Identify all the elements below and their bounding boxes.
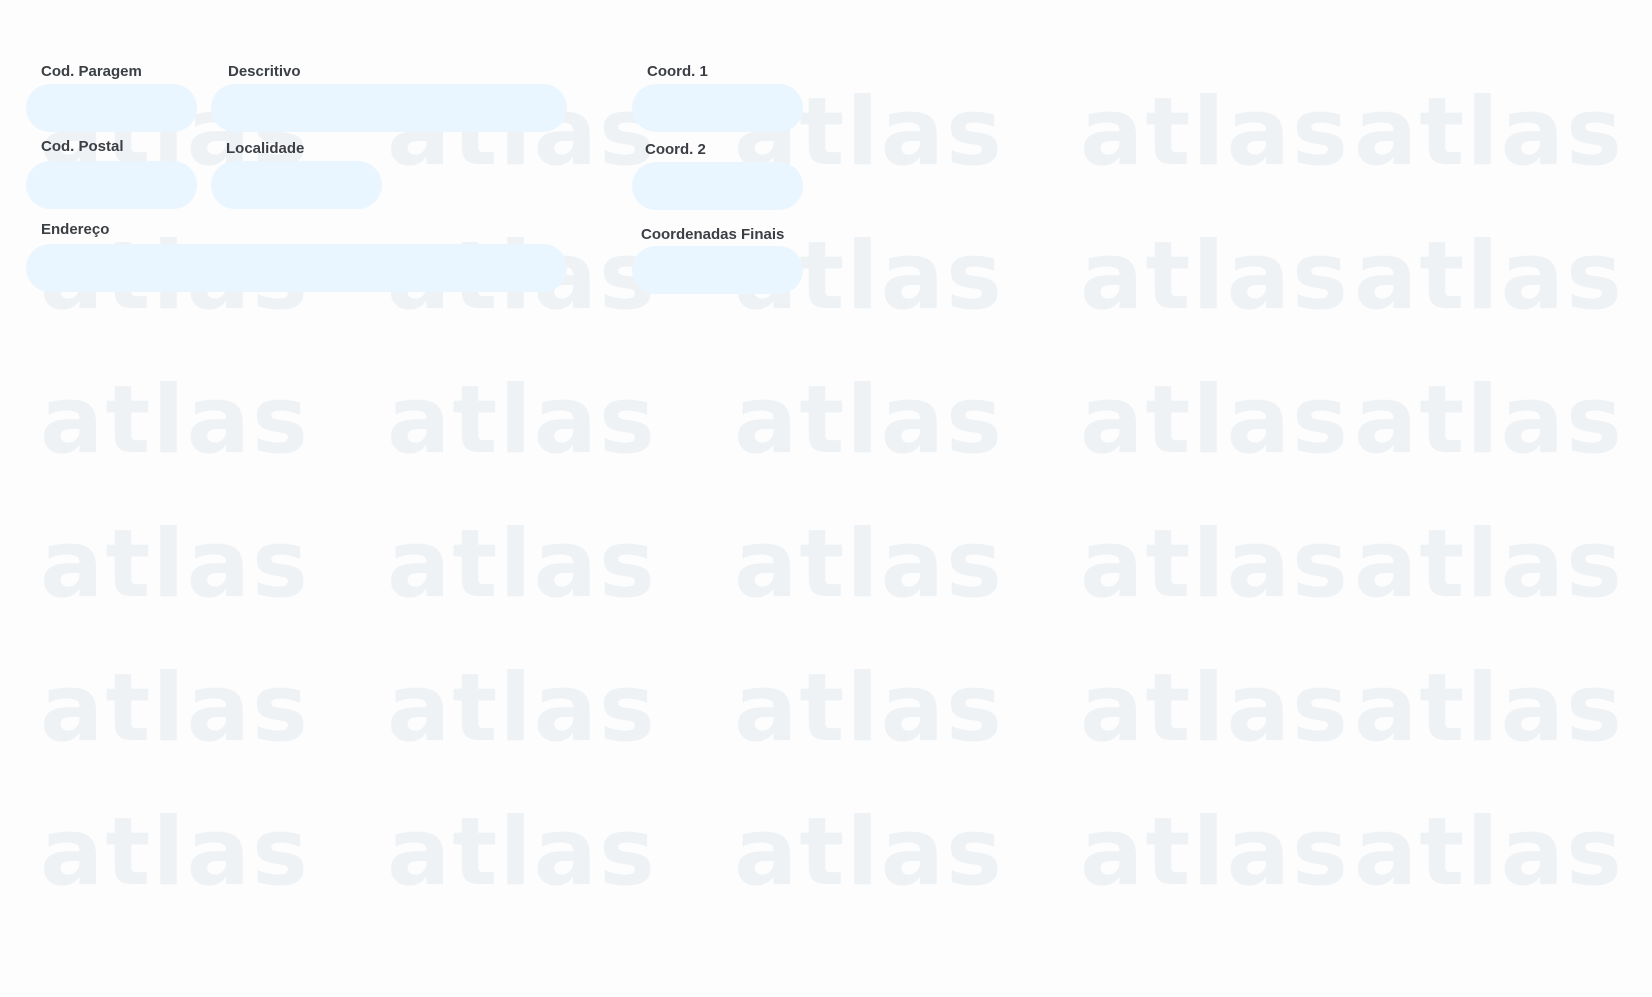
coordenadas-finais-input[interactable] bbox=[632, 246, 803, 294]
localidade-label: Localidade bbox=[226, 140, 305, 157]
coordenadas-finais-label: Coordenadas Finais bbox=[641, 226, 785, 243]
stop-form: Cod. Paragem Descritivo Coord. 1 Cod. Po… bbox=[0, 0, 1652, 997]
coord2-label: Coord. 2 bbox=[645, 141, 706, 158]
cod-paragem-label: Cod. Paragem bbox=[41, 63, 142, 80]
descritivo-label: Descritivo bbox=[228, 63, 301, 80]
cod-paragem-input[interactable] bbox=[26, 84, 197, 132]
page: atlas atlas atlas atlas atlas atlas atla… bbox=[0, 0, 1652, 997]
cod-postal-label: Cod. Postal bbox=[41, 138, 124, 155]
endereco-input[interactable] bbox=[26, 244, 567, 292]
endereco-label: Endereço bbox=[41, 221, 110, 238]
coord1-label: Coord. 1 bbox=[647, 63, 708, 80]
cod-postal-input[interactable] bbox=[26, 161, 197, 209]
descritivo-input[interactable] bbox=[211, 84, 567, 132]
localidade-input[interactable] bbox=[211, 161, 382, 209]
coord1-input[interactable] bbox=[632, 84, 803, 132]
coord2-input[interactable] bbox=[632, 162, 803, 210]
